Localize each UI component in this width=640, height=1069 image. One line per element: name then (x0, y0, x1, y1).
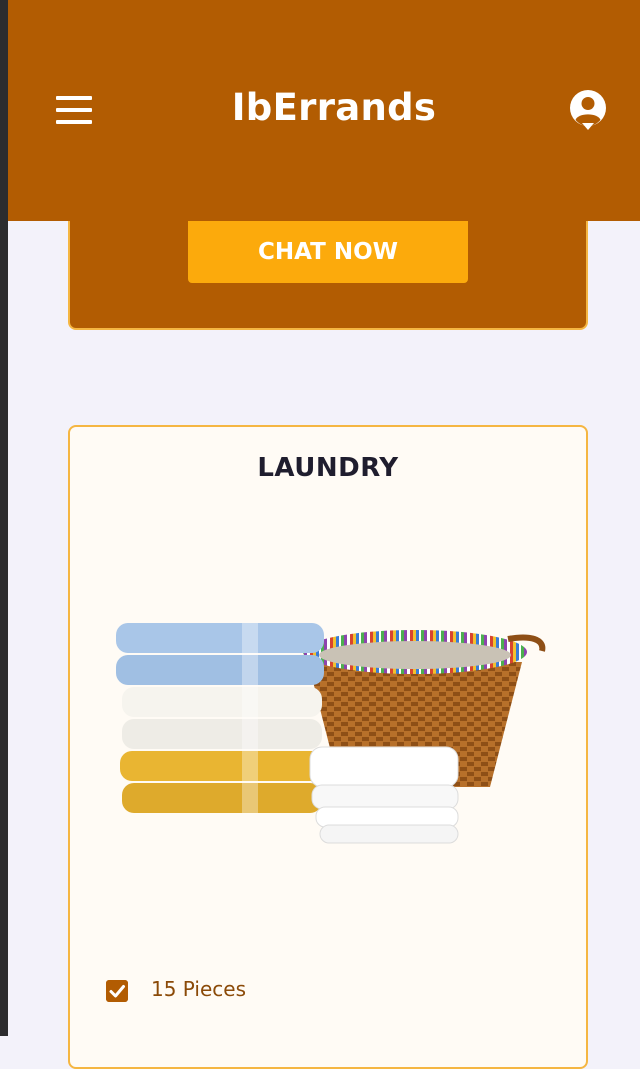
laundry-service-card[interactable]: LAUNDRY 15 Pieces (68, 425, 588, 1069)
checkbox-checked-icon[interactable] (106, 980, 128, 1002)
left-edge-strip (0, 0, 8, 1036)
user-circle-icon[interactable] (568, 89, 608, 131)
laundry-towels-basket-image (116, 623, 546, 844)
feature-label: 15 Pieces (151, 977, 247, 1001)
service-title: LAUNDRY (257, 453, 399, 483)
app-header: IbErrands (8, 0, 640, 221)
app-title: IbErrands (231, 86, 437, 129)
